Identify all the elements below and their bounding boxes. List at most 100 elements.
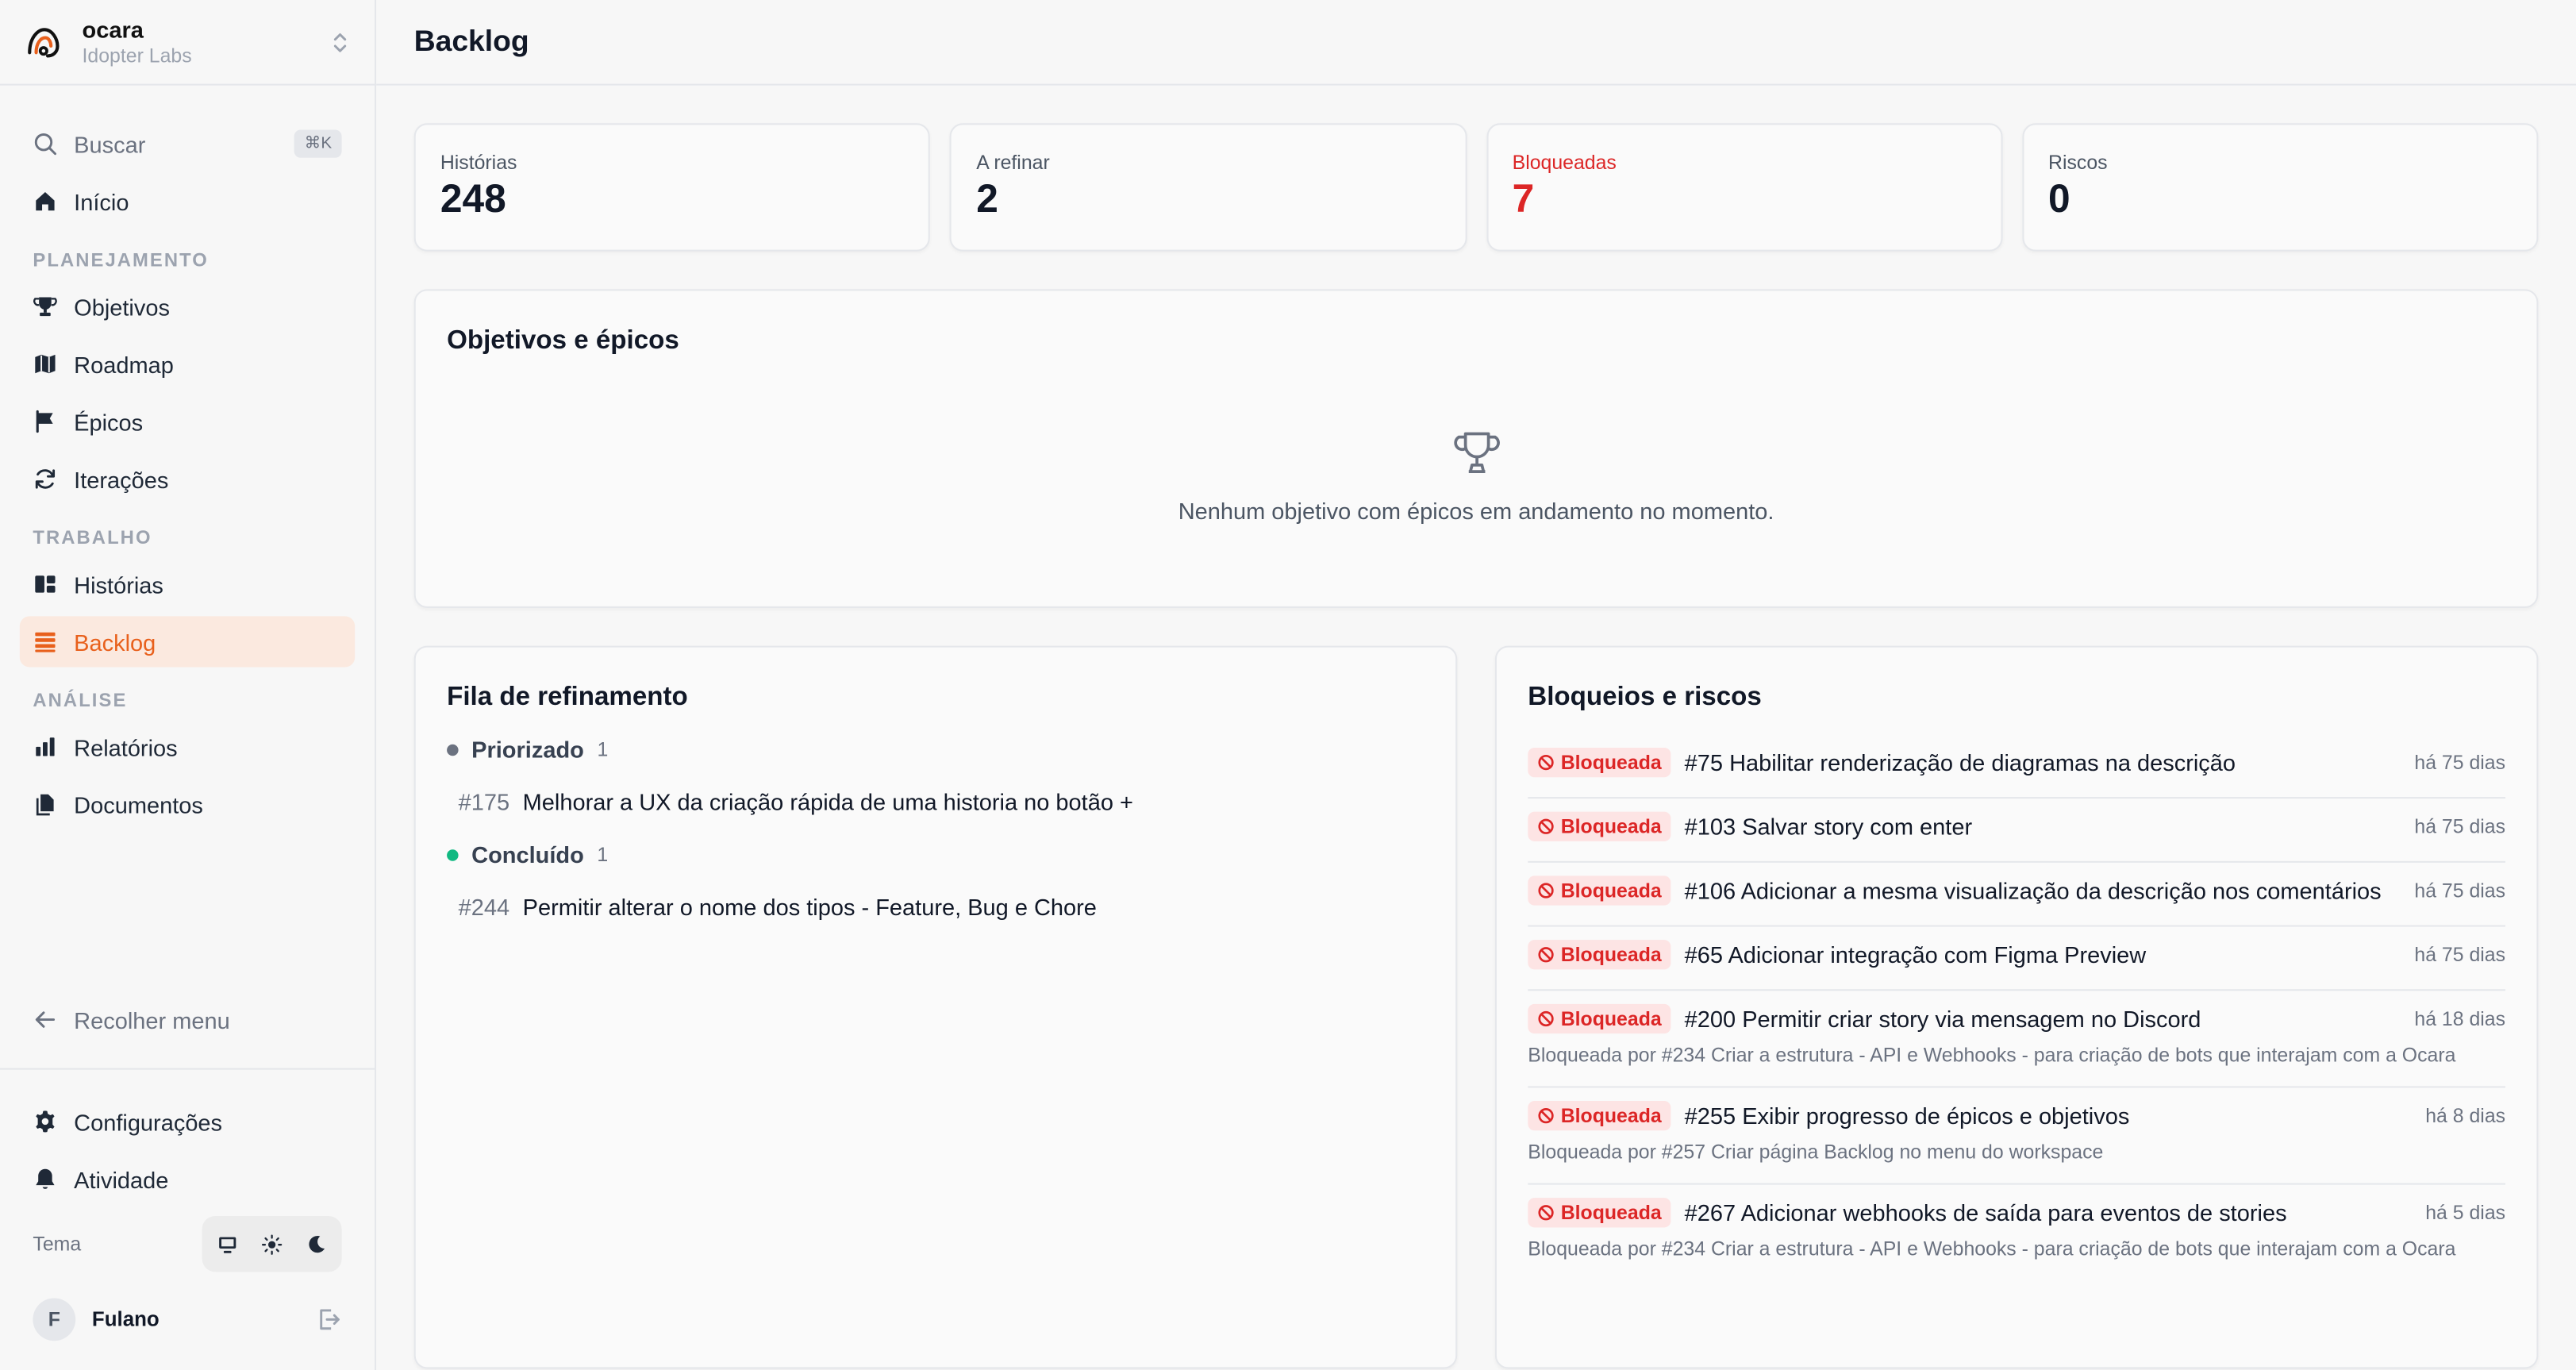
user-name: Fulano: [91, 1307, 160, 1331]
theme-dark-button[interactable]: [296, 1221, 337, 1267]
blocks-title: Bloqueios e riscos: [1528, 683, 1762, 712]
sidebar-item-documentos[interactable]: Documentos: [20, 779, 355, 829]
list-item[interactable]: Bloqueada #106 Adicionar a mesma visuali…: [1528, 863, 2506, 927]
status-badge: Bloqueada: [1528, 811, 1672, 841]
ocara-logo-icon: [28, 27, 60, 57]
main-area: Backlog Histórias 248 A refinar 2 Bloque…: [376, 0, 2576, 1370]
collapse-menu-button[interactable]: Recolher menu: [20, 994, 355, 1045]
arrow-left-icon: [35, 1011, 56, 1028]
list-item[interactable]: Bloqueada #65 Adicionar integração com F…: [1528, 927, 2506, 991]
blocked-icon: [1538, 754, 1554, 771]
timestamp: há 8 dias: [2425, 1104, 2506, 1128]
section-label-trabalho: TRABALHO: [33, 529, 152, 549]
stat-value: 2: [976, 177, 998, 222]
workspace-name: ocara: [82, 16, 144, 43]
sidebar-item-label: Início: [74, 188, 129, 215]
avatar[interactable]: F: [33, 1298, 76, 1341]
sidebar-item-epicos[interactable]: Épicos: [20, 396, 355, 447]
workspace-switcher[interactable]: ocara Idopter Labs: [0, 0, 375, 86]
blocked-icon: [1538, 1205, 1554, 1221]
section-label-analise: ANÁLISE: [33, 691, 128, 712]
timestamp: há 5 dias: [2425, 1201, 2506, 1225]
gear-icon: [36, 1110, 55, 1133]
sidebar-item-label: Relatórios: [74, 733, 178, 760]
timestamp: há 75 dias: [2414, 943, 2506, 967]
sidebar-item-atividade[interactable]: Atividade: [20, 1153, 355, 1204]
documents-icon: [36, 794, 54, 816]
sidebar-item-iteracoes[interactable]: Iterações: [20, 453, 355, 504]
sidebar-item-label: Roadmap: [74, 350, 174, 378]
queue-item[interactable]: #244 Permitir alterar o nome dos tipos -…: [459, 894, 1424, 920]
group-count: 1: [597, 843, 609, 866]
queue-item[interactable]: #175 Melhorar a UX da criação rápida de …: [459, 789, 1424, 815]
theme-system-button[interactable]: [207, 1221, 248, 1267]
timestamp: há 75 dias: [2414, 751, 2506, 775]
blocked-by-text: Bloqueada por #234 Criar a estrutura - A…: [1528, 1043, 2456, 1067]
stat-card-bloqueadas[interactable]: Bloqueadas 7: [1486, 123, 2003, 252]
theme-switch: [202, 1215, 342, 1272]
sidebar-item-label: Documentos: [74, 791, 203, 818]
bottom-row: Fila de refinamento Priorizado 1 #175 Me…: [413, 645, 2539, 1369]
sidebar-item-roadmap[interactable]: Roadmap: [20, 338, 355, 389]
flag-icon: [36, 410, 53, 433]
status-badge-label: Bloqueada: [1560, 1201, 1662, 1225]
group-name: Concluído: [471, 841, 584, 868]
app-root: ocara Idopter Labs Buscar ⌘K Início PLAN…: [0, 0, 2576, 1370]
status-badge-label: Bloqueada: [1560, 943, 1662, 967]
map-icon: [35, 354, 56, 374]
stat-value: 248: [440, 177, 506, 222]
status-badge-label: Bloqueada: [1560, 814, 1662, 838]
sidebar-item-backlog[interactable]: Backlog: [19, 616, 356, 668]
theme-light-button[interactable]: [252, 1221, 293, 1267]
list-item[interactable]: Bloqueada #255 Exibir progresso de épico…: [1528, 1087, 2506, 1185]
blocks-list: Bloqueada #75 Habilitar renderização de …: [1528, 734, 2506, 1280]
timestamp: há 75 dias: [2414, 814, 2506, 838]
blocked-by-text: Bloqueada por #257 Criar página Backlog …: [1528, 1140, 2104, 1164]
sidebar-item-configuracoes[interactable]: Configurações: [20, 1096, 355, 1147]
sidebar-search[interactable]: Buscar ⌘K: [20, 118, 355, 169]
list-item[interactable]: Bloqueada #103 Salvar story com enter há…: [1528, 799, 2506, 863]
sun-icon: [261, 1233, 283, 1254]
sidebar-item-label: Iterações: [74, 465, 169, 493]
stat-card-historias[interactable]: Histórias 248: [413, 123, 931, 252]
queue-title: Fila de refinamento: [447, 683, 688, 712]
search-shortcut-badge: ⌘K: [294, 129, 342, 158]
sidebar-item-relatorios[interactable]: Relatórios: [20, 722, 355, 772]
status-dot: [447, 849, 459, 860]
status-badge: Bloqueada: [1528, 1198, 1672, 1228]
blocked-icon: [1538, 947, 1554, 963]
list-item[interactable]: Bloqueada #200 Permitir criar story via …: [1528, 991, 2506, 1088]
home-icon: [36, 191, 55, 211]
logout-icon[interactable]: [315, 1307, 341, 1333]
sidebar-nav: Buscar ⌘K Início PLANEJAMENTO Objetivos …: [0, 86, 375, 1068]
user-row: F Fulano: [20, 1293, 355, 1345]
goals-card: Objetivos e épicos Nenhum objetivo com é…: [413, 289, 2539, 608]
sidebar-item-objetivos[interactable]: Objetivos: [20, 281, 355, 332]
stat-card-riscos[interactable]: Riscos 0: [2021, 123, 2539, 252]
stat-label: Histórias: [440, 151, 517, 175]
status-badge-label: Bloqueada: [1560, 1104, 1662, 1128]
status-badge: Bloqueada: [1528, 875, 1672, 906]
story-title: Permitir alterar o nome dos tipos - Feat…: [522, 894, 1097, 921]
status-dot: [447, 743, 459, 756]
list-item[interactable]: Bloqueada #267 Adicionar webhooks de saí…: [1528, 1185, 2505, 1280]
collapse-menu-label: Recolher menu: [74, 1006, 230, 1033]
status-badge: Bloqueada: [1528, 940, 1672, 970]
board-icon: [35, 575, 56, 593]
sidebar-item-inicio[interactable]: Início: [20, 176, 355, 227]
sidebar-item-historias[interactable]: Histórias: [20, 559, 355, 610]
blocked-icon: [1538, 1010, 1554, 1027]
story-title: Melhorar a UX da criação rápida de uma h…: [522, 788, 1133, 815]
list-item[interactable]: Bloqueada #75 Habilitar renderização de …: [1528, 734, 2506, 799]
stat-card-a-refinar[interactable]: A refinar 2: [950, 123, 1467, 252]
theme-label: Tema: [33, 1232, 82, 1256]
queue-group-concluido: Concluído 1: [447, 841, 1424, 868]
blocked-icon: [1538, 818, 1554, 834]
story-title: #103 Salvar story com enter: [1684, 813, 1973, 840]
story-title: #267 Adicionar webhooks de saída para ev…: [1684, 1199, 2287, 1226]
list-icon: [35, 632, 56, 652]
refresh-icon: [35, 469, 56, 489]
group-name: Priorizado: [471, 736, 584, 763]
monitor-icon: [219, 1236, 236, 1253]
trophy-outline-icon: [1453, 432, 1499, 474]
